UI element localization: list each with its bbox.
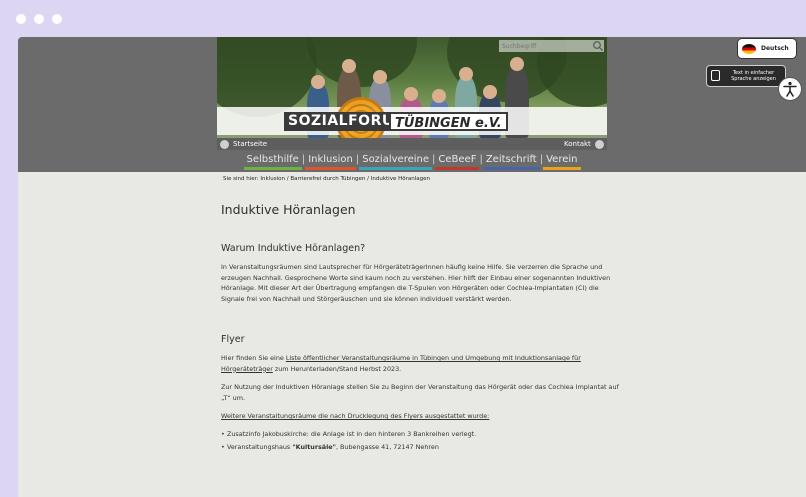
list-item-text: Veranstaltungshaus (227, 442, 293, 451)
contact-icon (594, 139, 604, 149)
list-item: Zusatzinfo Jakobuskirche: die Anlage ist… (221, 428, 621, 441)
minimize-dot[interactable] (34, 14, 44, 24)
nav-item-zeitschrift[interactable]: Zeitschrift (482, 153, 540, 170)
list-item-bold: "Kultursäle" (292, 442, 336, 451)
language-selector[interactable]: Deutsch (738, 39, 796, 58)
maximize-dot[interactable] (52, 14, 62, 24)
search-input[interactable] (499, 40, 604, 52)
logo-accent-text[interactable]: TÜBINGEN e.V. (389, 112, 508, 131)
list-item-text: , Bubengasse 41, 72147 Nehren (335, 442, 439, 451)
nav-item-verein[interactable]: Verein (543, 153, 581, 170)
page-title: Induktive Höranlagen (221, 202, 356, 217)
header-strip (217, 138, 607, 150)
browser-viewport: SOZIALFORUM TÜBINGEN e.V. Startseite Kon… (18, 37, 806, 497)
contact-link-label: Kontakt (564, 140, 591, 148)
contact-link[interactable]: Kontakt (564, 138, 604, 150)
nav-item-sozialvereine[interactable]: Sozialvereine (359, 153, 433, 170)
rooms-list: Zusatzinfo Jakobuskirche: die Anlage ist… (221, 428, 621, 454)
simple-language-line2: Sprache anzeigen (731, 76, 776, 82)
usage-paragraph: Zur Nutzung der Induktiven Höranlage ste… (221, 383, 619, 402)
section-heading-why: Warum Induktive Höranlagen? (221, 243, 366, 254)
more-rooms-link[interactable]: Weitere Veranstaltungsräume die nach Dru… (221, 412, 489, 420)
section-text-why: In Veranstaltungsräumen sind Lautspreche… (221, 263, 611, 303)
home-icon (220, 139, 229, 149)
german-flag-icon (742, 43, 756, 54)
nav-item-cebeef[interactable]: CeBeeF (435, 153, 480, 170)
breadcrumb: Sie sind hier: Inklusion / Barrierefrei … (223, 176, 430, 182)
nav-item-inklusion[interactable]: Inklusion (305, 153, 356, 170)
document-icon (711, 70, 720, 81)
close-dot[interactable] (16, 14, 26, 24)
language-label: Deutsch (761, 45, 789, 52)
main-content: Induktive Höranlagen Warum Induktive Hör… (221, 187, 621, 454)
window-controls (16, 14, 62, 24)
list-item-text: Zusatzinfo Jakobuskirche: die Anlage ist… (227, 429, 477, 438)
nav-item-selbsthilfe[interactable]: Selbsthilfe (243, 153, 302, 170)
more-rooms-paragraph: Weitere Veranstaltungsräume die nach Dru… (221, 411, 621, 422)
list-item: Veranstaltungshaus "Kultursäle", Bubenga… (221, 441, 621, 454)
main-navigation: Selbsthilfe | Inklusion | Sozialvereine … (217, 153, 607, 171)
flyer-text-pre: Hier finden Sie eine (221, 354, 286, 362)
section-heading-flyer: Flyer (221, 334, 245, 345)
flyer-text-post: zum Herunterladen/Stand Herbst 2023. (272, 364, 402, 373)
search-icon[interactable] (592, 40, 604, 52)
accessibility-icon (783, 81, 797, 97)
flyer-paragraph: Hier finden Sie eine Liste öffentlicher … (221, 353, 621, 374)
accessibility-button[interactable] (778, 77, 802, 101)
home-link[interactable]: Startseite (220, 138, 267, 150)
home-link-label: Startseite (233, 140, 268, 148)
